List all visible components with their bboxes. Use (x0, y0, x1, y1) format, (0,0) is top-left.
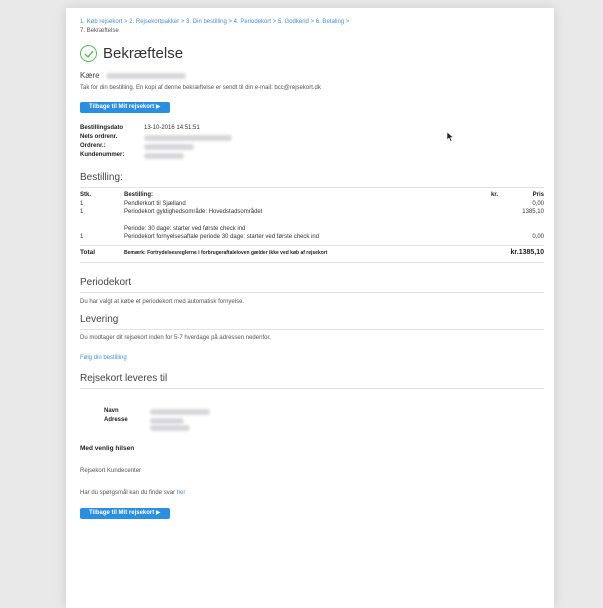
confirmation-page: 1. Køb rejsekort > 2. Rejsekortpakker > … (66, 8, 554, 608)
breadcrumb-step-3[interactable]: 3. Din bestilling (186, 19, 227, 25)
total-note: Bemærk: Fortrydelsesreglerne i forbruger… (124, 249, 328, 256)
total-label: Total (80, 248, 96, 256)
redacted-order-number (144, 143, 194, 150)
breadcrumb-step-5[interactable]: 5. Godkend (278, 19, 309, 25)
table-row: 1 Pendlerkort til Sjælland 0,00 (80, 200, 544, 207)
order-total: Total Bemærk: Fortrydelsesreglerne i for… (80, 249, 544, 258)
signature: Rejsekort Kundecenter (80, 468, 142, 474)
redacted-address (150, 417, 184, 424)
greeting-message: Tak for din bestilling. En kopi af denne… (80, 85, 321, 91)
question-text: Har du spørgsmål kan du finde svar (80, 490, 176, 496)
mouse-cursor-icon (447, 132, 454, 142)
col-qty: Stk. (80, 192, 92, 198)
breadcrumb: 1. Køb rejsekort > 2. Rejsekortpakker > … (80, 19, 350, 34)
delivery-address: Navn Adresse (104, 407, 544, 431)
breadcrumb-step-6[interactable]: 6. Betaling (316, 19, 344, 25)
breadcrumb-step-1[interactable]: 1. Køb rejsekort (80, 19, 122, 25)
delivery-heading: Rejsekort leveres til (80, 373, 168, 384)
greeting-line: Kære (80, 71, 544, 80)
delivery-address-row: Adresse (104, 416, 544, 425)
divider (80, 388, 544, 389)
regards: Med venlig hilsen (80, 445, 135, 452)
divider (80, 262, 544, 263)
order-number-row: Ordrenr.: (80, 142, 544, 151)
redacted-name (105, 72, 186, 79)
table-row: 1 Periodekort gyldighedsområde: Hovedsta… (80, 209, 544, 215)
question-line: Har du spørgsmål kan du finde svar her (80, 490, 544, 496)
order-number-label: Ordrenr.: (80, 143, 106, 149)
total-value: kr.1385,10 (510, 248, 544, 256)
nets-order-row: Nets ordrenr. (80, 133, 544, 142)
nets-order-label: Nets ordrenr. (80, 134, 118, 140)
periodekort-heading: Periodekort (80, 277, 132, 288)
redacted-name (150, 408, 210, 415)
table-row: Periode: 30 dage: starter ved første che… (124, 225, 246, 232)
divider (80, 187, 544, 188)
address-label: Adresse (104, 417, 128, 423)
redacted-postcode (150, 425, 190, 431)
order-table: Stk. Bestilling: kr. Pris 1 Pendlerkort … (80, 191, 544, 242)
order-date-label: Bestillingsdato (80, 125, 124, 131)
levering-text: Du modtager dit rejsekort inden for 5-7 … (80, 335, 271, 341)
page-content: 1. Køb rejsekort > 2. Rejsekortpakker > … (80, 18, 544, 519)
question-link[interactable]: her (177, 490, 186, 496)
breadcrumb-step-2[interactable]: 2. Rejsekortpakker (129, 19, 179, 25)
order-heading: Bestilling: (80, 172, 123, 183)
col-currency: kr. (490, 192, 498, 198)
order-date-row: Bestillingsdato 13-10-2016 14:51:51 (80, 124, 544, 133)
back-to-my-card-button[interactable]: Tilbage til Mit rejsekort ▶ (80, 102, 170, 113)
redacted-nets-order (144, 134, 232, 141)
customer-number-row: Kundenummer: (80, 151, 544, 160)
col-price: Pris (532, 192, 544, 198)
title-row: Bekræftelse (80, 45, 544, 62)
name-label: Navn (104, 408, 119, 414)
order-info: Bestillingsdato 13-10-2016 14:51:51 Nets… (80, 124, 544, 160)
breadcrumb-current: 7. Bekræftelse (80, 28, 119, 34)
delivery-name-row: Navn (104, 407, 544, 416)
order-table-header: Stk. Bestilling: kr. Pris (80, 191, 544, 200)
breadcrumb-step-4[interactable]: 4. Periodekort (234, 19, 271, 25)
periodekort-text: Du har valgt at købe et periodekort med … (80, 299, 245, 305)
salutation: Kære (80, 71, 100, 80)
follow-order-link[interactable]: Følg din bestilling (80, 355, 544, 361)
back-to-my-card-button[interactable]: Tilbage til Mit rejsekort ▶ (80, 508, 170, 519)
table-row: 1 Periodekort fornyelsesaftale periode 3… (80, 234, 544, 240)
check-circle-icon (80, 45, 97, 62)
divider (80, 329, 544, 330)
levering-heading: Levering (80, 314, 119, 325)
divider (80, 244, 544, 246)
col-item: Bestilling: (124, 192, 154, 198)
customer-number-label: Kundenummer: (80, 152, 125, 158)
page-title: Bekræftelse (103, 45, 184, 62)
divider (80, 292, 544, 293)
redacted-customer-number (144, 152, 184, 159)
order-date-value: 13-10-2016 14:51:51 (144, 125, 200, 131)
